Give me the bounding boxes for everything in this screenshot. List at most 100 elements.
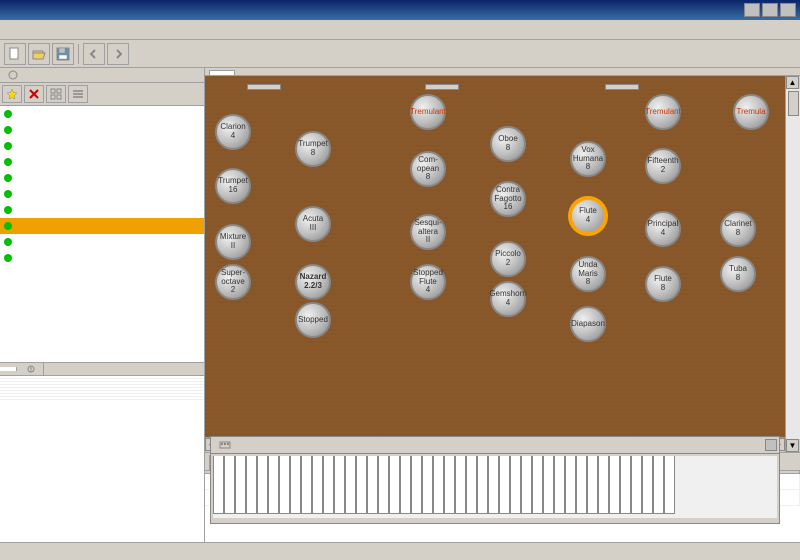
references-tab[interactable]: [17, 363, 44, 375]
keyboard-close-button[interactable]: [765, 439, 777, 451]
forward-button[interactable]: [107, 43, 129, 65]
stop-stopped-flute[interactable]: StoppedFlute4: [410, 264, 446, 300]
white-key[interactable]: [301, 456, 312, 514]
stop-contrafagotto[interactable]: ContraFagotto16: [490, 181, 526, 217]
element-item-0[interactable]: [0, 106, 204, 122]
stop-piccolo[interactable]: Piccolo2: [490, 241, 526, 277]
stop-sesquialtera[interactable]: Sesqui-alteraII: [410, 214, 446, 250]
scroll-down-button[interactable]: ▼: [786, 439, 799, 452]
stop-flute8-choir[interactable]: Flute8: [645, 266, 681, 302]
stop-superoctave[interactable]: Super-octave2: [215, 264, 251, 300]
new-button[interactable]: [4, 43, 26, 65]
white-key[interactable]: [488, 456, 499, 514]
white-key[interactable]: [532, 456, 543, 514]
element-item-8[interactable]: [0, 234, 204, 250]
white-key[interactable]: [389, 456, 400, 514]
element-item-9[interactable]: [0, 250, 204, 266]
white-key[interactable]: [400, 456, 411, 514]
open-button[interactable]: [28, 43, 50, 65]
stop-unda-maris[interactable]: Unda Maris8: [570, 256, 606, 292]
minimize-button[interactable]: [744, 3, 760, 17]
element-item-1[interactable]: [0, 122, 204, 138]
white-key[interactable]: [312, 456, 323, 514]
elements-grid-button[interactable]: [46, 85, 66, 103]
white-key[interactable]: [422, 456, 433, 514]
white-key[interactable]: [609, 456, 620, 514]
elements-list-button[interactable]: [68, 85, 88, 103]
maximize-button[interactable]: [762, 3, 778, 17]
stop-vox-humana[interactable]: VoxHumana8: [570, 141, 606, 177]
stop-clarion[interactable]: Clarion4: [215, 114, 251, 150]
white-key[interactable]: [246, 456, 257, 514]
white-key[interactable]: [378, 456, 389, 514]
white-key[interactable]: [587, 456, 598, 514]
white-key[interactable]: [466, 456, 477, 514]
element-item-6[interactable]: [0, 202, 204, 218]
element-item-4[interactable]: [0, 170, 204, 186]
white-key[interactable]: [224, 456, 235, 514]
element-item-3[interactable]: [0, 154, 204, 170]
white-key[interactable]: [367, 456, 378, 514]
stop-principal[interactable]: Principal4: [645, 211, 681, 247]
save-button[interactable]: [52, 43, 74, 65]
element-item-7[interactable]: [0, 218, 204, 234]
white-key[interactable]: [664, 456, 675, 514]
elements-star-button[interactable]: [2, 85, 22, 103]
stop-tremulant-swell[interactable]: Tremulant: [410, 94, 446, 130]
white-key[interactable]: [543, 456, 554, 514]
white-key[interactable]: [213, 456, 224, 514]
english-organ-tab[interactable]: [209, 70, 235, 75]
piano-keys[interactable]: [213, 456, 777, 518]
white-key[interactable]: [653, 456, 664, 514]
white-key[interactable]: [290, 456, 301, 514]
white-key[interactable]: [356, 456, 367, 514]
white-key[interactable]: [499, 456, 510, 514]
stop-mixture[interactable]: MixtureII: [215, 224, 251, 260]
white-key[interactable]: [554, 456, 565, 514]
stop-stopped[interactable]: Stopped: [295, 302, 331, 338]
white-key[interactable]: [510, 456, 521, 514]
stop-nazard[interactable]: Nazard2.2/3: [295, 264, 331, 300]
stop-comopean[interactable]: Com-opean8: [410, 151, 446, 187]
white-key[interactable]: [620, 456, 631, 514]
stop-gemshorn[interactable]: Gemshorn4: [490, 281, 526, 317]
white-key[interactable]: [444, 456, 455, 514]
menu-file[interactable]: [4, 28, 20, 32]
white-key[interactable]: [268, 456, 279, 514]
scroll-up-button[interactable]: ▲: [786, 76, 799, 89]
white-key[interactable]: [257, 456, 268, 514]
white-key[interactable]: [521, 456, 532, 514]
menu-view[interactable]: [20, 28, 36, 32]
stop-tuba[interactable]: Tuba8: [720, 256, 756, 292]
white-key[interactable]: [323, 456, 334, 514]
stop-fifteenth[interactable]: Fifteenth2: [645, 148, 681, 184]
white-key[interactable]: [576, 456, 587, 514]
elements-delete-button[interactable]: [24, 85, 44, 103]
menu-help[interactable]: [36, 28, 52, 32]
stop-clarinet[interactable]: Clarinet8: [720, 211, 756, 247]
white-key[interactable]: [279, 456, 290, 514]
white-key[interactable]: [565, 456, 576, 514]
white-key[interactable]: [642, 456, 653, 514]
scroll-thumb[interactable]: [788, 91, 799, 116]
stop-tremulant-choir[interactable]: Tremulant: [645, 94, 681, 130]
element-item-2[interactable]: [0, 138, 204, 154]
close-button[interactable]: [780, 3, 796, 17]
stop-oboe[interactable]: Oboe8: [490, 126, 526, 162]
white-key[interactable]: [598, 456, 609, 514]
properties-tab[interactable]: [0, 367, 17, 371]
stop-flute4-selected[interactable]: Flute4: [570, 198, 606, 234]
element-item-5[interactable]: [0, 186, 204, 202]
white-key[interactable]: [235, 456, 246, 514]
white-key[interactable]: [411, 456, 422, 514]
white-key[interactable]: [345, 456, 356, 514]
white-key[interactable]: [334, 456, 345, 514]
stop-tremula-right[interactable]: Tremula: [733, 94, 769, 130]
stop-trumpet16[interactable]: Trumpet16: [215, 168, 251, 204]
white-key[interactable]: [631, 456, 642, 514]
back-button[interactable]: [83, 43, 105, 65]
white-key[interactable]: [433, 456, 444, 514]
white-key[interactable]: [477, 456, 488, 514]
stop-diapason-choir[interactable]: Diapason: [570, 306, 606, 342]
stop-acuta[interactable]: AcutaIII: [295, 206, 331, 242]
